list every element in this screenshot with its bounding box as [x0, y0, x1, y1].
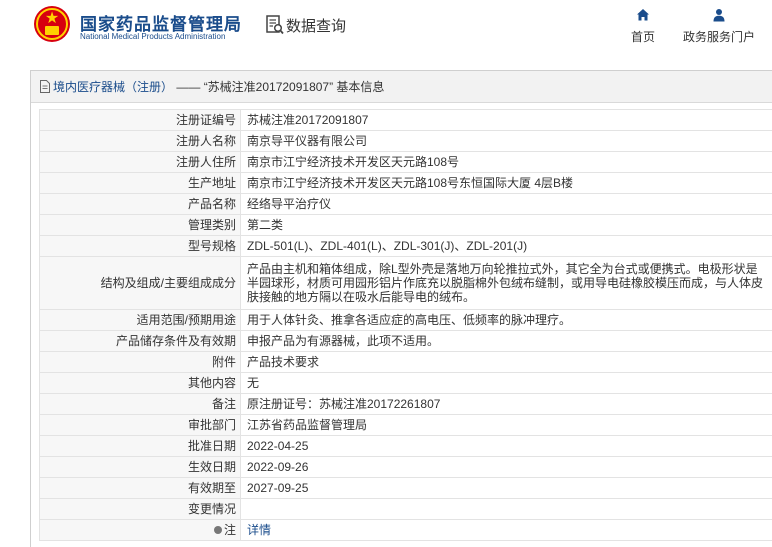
breadcrumb-record: “苏械注准20172091807”: [203, 80, 334, 94]
field-label: 注册人住所: [39, 151, 241, 173]
breadcrumb-suffix: 基本信息: [333, 80, 385, 94]
field-value: 第二类: [240, 214, 772, 236]
field-label: 有效期至: [39, 477, 241, 499]
table-row: 注册人住所 南京市江宁经济技术开发区天元路108号: [39, 151, 772, 173]
details-link[interactable]: 详情: [247, 523, 271, 537]
field-value: 产品由主机和箱体组成，除L型外壳是落地万向轮推拉式外，其它全为台式或便携式。电极…: [240, 256, 772, 310]
field-label: 变更情况: [39, 498, 241, 520]
field-label: 附件: [39, 351, 241, 373]
field-value: 2022-09-26: [240, 456, 772, 478]
field-value: [240, 498, 772, 520]
field-value: 经络导平治疗仪: [240, 193, 772, 215]
table-row: 结构及组成/主要组成成分 产品由主机和箱体组成，除L型外壳是落地万向轮推拉式外，其…: [39, 256, 772, 310]
field-label: 其他内容: [39, 372, 241, 394]
field-label: 产品储存条件及有效期: [39, 330, 241, 352]
field-label: 适用范围/预期用途: [39, 309, 241, 331]
field-label: 注册人名称: [39, 130, 241, 152]
table-row: 变更情况: [39, 498, 772, 520]
table-row: 产品储存条件及有效期 申报产品为有源器械，此项不适用。: [39, 330, 772, 352]
table-row: 管理类别 第二类: [39, 214, 772, 236]
breadcrumb: 境内医疗器械（注册） —— “苏械注准20172091807” 基本信息: [31, 71, 772, 103]
nav-home-label[interactable]: 首页: [631, 30, 655, 44]
table-row: 注 详情: [39, 519, 772, 541]
table-row: 适用范围/预期用途 用于人体针灸、推拿各适应症的高电压、低频率的脉冲理疗。: [39, 309, 772, 331]
document-icon: [40, 80, 50, 93]
field-value: 南京市江宁经济技术开发区天元路108号: [240, 151, 772, 173]
field-value: 2027-09-25: [240, 477, 772, 499]
field-label: 注: [223, 523, 236, 537]
nav-gov-service-portal[interactable]: 政务服务门户: [678, 8, 760, 45]
table-row: 生效日期 2022-09-26: [39, 456, 772, 478]
table-row: 注册证编号 苏械注准20172091807: [39, 109, 772, 131]
site-header: ★ 国家药品监督管理局 National Medical Products Ad…: [0, 0, 772, 60]
user-icon: [713, 9, 725, 22]
table-row: 注册人名称 南京导平仪器有限公司: [39, 130, 772, 152]
field-value: 申报产品为有源器械，此项不适用。: [240, 330, 772, 352]
field-label: 生产地址: [39, 172, 241, 194]
field-value: 2022-04-25: [240, 435, 772, 457]
field-value: 江苏省药品监督管理局: [240, 414, 772, 436]
note-value-cell: 详情: [240, 519, 772, 541]
table-row: 备注 原注册证号：苏械注准20172261807: [39, 393, 772, 415]
data-query-title: 数据查询: [266, 14, 346, 36]
table-row: 批准日期 2022-04-25: [39, 435, 772, 457]
table-row: 审批部门 江苏省药品监督管理局: [39, 414, 772, 436]
table-row: 其他内容无: [39, 372, 772, 394]
field-value: 产品技术要求: [240, 351, 772, 373]
breadcrumb-separator: ——: [173, 79, 204, 94]
table-row: 生产地址 南京市江宁经济技术开发区天元路108号东恒国际大厦 4层B楼: [39, 172, 772, 194]
map-pin-icon: [213, 526, 222, 534]
field-label: 型号规格: [39, 235, 241, 257]
field-label: 生效日期: [39, 456, 241, 478]
registration-info-table: 注册证编号 苏械注准20172091807 注册人名称 南京导平仪器有限公司 注册人…: [39, 109, 772, 541]
nav-home[interactable]: 首页: [626, 8, 660, 45]
field-value: ZDL-501(L)、ZDL-401(L)、ZDL-301(J)、ZDL-201…: [240, 235, 772, 257]
note-label-cell: 注: [39, 519, 241, 541]
field-value: 无: [240, 372, 772, 394]
field-label: 结构及组成/主要组成成分: [39, 256, 241, 310]
field-value: 南京导平仪器有限公司: [240, 130, 772, 152]
national-emblem-logo[interactable]: ★: [34, 6, 70, 42]
field-value: 用于人体针灸、推拿各适应症的高电压、低频率的脉冲理疗。: [240, 309, 772, 331]
table-row: 产品名称 经络导平治疗仪: [39, 193, 772, 215]
nav-gov-label[interactable]: 政务服务门户: [683, 30, 755, 44]
field-label: 备注: [39, 393, 241, 415]
field-label: 管理类别: [39, 214, 241, 236]
table-row: 附件 产品技术要求: [39, 351, 772, 373]
search-document-icon: [266, 15, 284, 35]
table-row: 有效期至 2027-09-25: [39, 477, 772, 499]
record-panel: 境内医疗器械（注册） —— “苏械注准20172091807” 基本信息 注册证…: [30, 70, 772, 547]
field-value: 南京市江宁经济技术开发区天元路108号东恒国际大厦 4层B楼: [240, 172, 772, 194]
field-label: 产品名称: [39, 193, 241, 215]
field-label: 注册证编号: [39, 109, 241, 131]
field-value: 苏械注准20172091807: [240, 109, 772, 131]
breadcrumb-category-link[interactable]: 境内医疗器械（注册）: [53, 78, 173, 95]
home-icon: [637, 9, 649, 21]
field-value: 原注册证号：苏械注准20172261807: [240, 393, 772, 415]
table-row: 型号规格 ZDL-501(L)、ZDL-401(L)、ZDL-301(J)、ZDL…: [39, 235, 772, 257]
org-name-en: National Medical Products Administration: [80, 32, 226, 41]
field-label: 批准日期: [39, 435, 241, 457]
field-label: 审批部门: [39, 414, 241, 436]
section-title: 数据查询: [286, 17, 347, 35]
